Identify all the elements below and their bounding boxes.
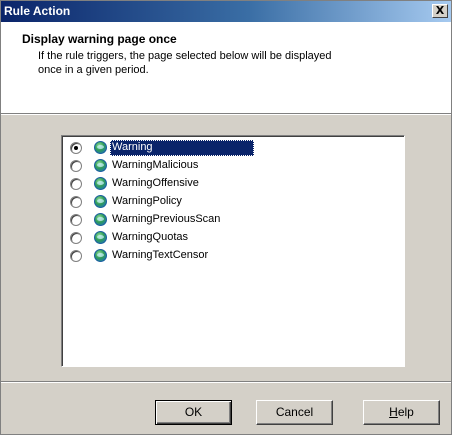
rule-action-dialog: Rule Action X Display warning page once … bbox=[0, 0, 452, 435]
help-label: elp bbox=[397, 405, 414, 419]
help-button[interactable]: Help bbox=[363, 400, 440, 425]
warning-page-list-inner: Warning WarningMalicious WarningOffensiv… bbox=[62, 136, 404, 366]
globe-page-icon bbox=[94, 159, 107, 172]
close-icon: X bbox=[435, 4, 445, 17]
header-title: Display warning page once bbox=[22, 32, 177, 46]
title-bar[interactable]: Rule Action X bbox=[1, 1, 451, 22]
globe-page-icon bbox=[94, 195, 107, 208]
radio-button[interactable] bbox=[70, 214, 82, 226]
radio-button[interactable] bbox=[70, 196, 82, 208]
radio-button[interactable] bbox=[70, 160, 82, 172]
help-accelerator: H bbox=[389, 405, 398, 419]
globe-page-icon bbox=[94, 213, 107, 226]
list-item-label: WarningOffensive bbox=[112, 177, 199, 189]
dialog-header: Display warning page once If the rule tr… bbox=[1, 22, 451, 114]
radio-button[interactable] bbox=[70, 250, 82, 262]
globe-page-icon bbox=[94, 249, 107, 262]
header-divider bbox=[1, 114, 451, 115]
radio-button[interactable] bbox=[70, 178, 82, 190]
list-item-label: WarningMalicious bbox=[112, 159, 199, 171]
cancel-button[interactable]: Cancel bbox=[256, 400, 333, 425]
list-item[interactable]: WarningOffensive bbox=[70, 175, 370, 193]
list-item[interactable]: WarningQuotas bbox=[70, 229, 370, 247]
radio-button[interactable] bbox=[70, 232, 82, 244]
list-item-label: WarningPolicy bbox=[112, 195, 182, 207]
globe-page-icon bbox=[94, 231, 107, 244]
window-title: Rule Action bbox=[4, 4, 71, 18]
globe-page-icon bbox=[94, 177, 107, 190]
list-item[interactable]: WarningPolicy bbox=[70, 193, 370, 211]
radio-button[interactable] bbox=[70, 142, 82, 154]
footer-divider-highlight bbox=[1, 382, 451, 383]
list-item-label: WarningPreviousScan bbox=[112, 213, 221, 225]
header-description: If the rule triggers, the page selected … bbox=[38, 50, 332, 76]
list-item[interactable]: WarningPreviousScan bbox=[70, 211, 370, 229]
ok-button[interactable]: OK bbox=[155, 400, 232, 425]
list-item[interactable]: WarningMalicious bbox=[70, 157, 370, 175]
list-item-label: WarningQuotas bbox=[112, 231, 189, 243]
list-item[interactable]: Warning bbox=[70, 139, 370, 157]
list-item[interactable]: WarningTextCensor bbox=[70, 247, 370, 265]
warning-page-list[interactable]: Warning WarningMalicious WarningOffensiv… bbox=[61, 135, 405, 367]
close-button[interactable]: X bbox=[432, 4, 448, 18]
globe-page-icon bbox=[94, 141, 107, 154]
list-item-label: WarningTextCensor bbox=[112, 249, 209, 261]
list-item-label: Warning bbox=[110, 140, 254, 156]
